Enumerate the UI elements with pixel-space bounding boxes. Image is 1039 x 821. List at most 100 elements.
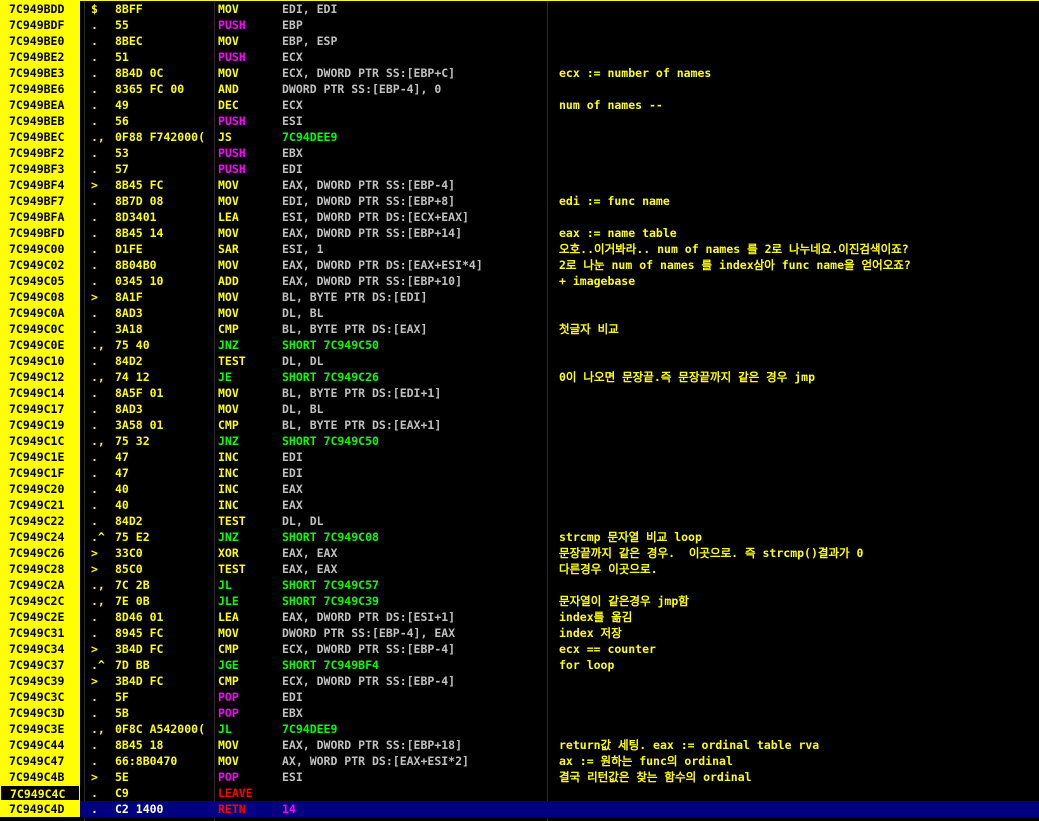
disasm-row[interactable]: 7C949C14. 8A5F 01 MOV BL, BYTE PTR DS:[EDI+… — [0, 385, 1039, 401]
disasm-row[interactable]: 7C949BEC., 0F88 F742000(JS 7C94DEE9 — [0, 129, 1039, 145]
comment-cell: strcmp 문자열 비교 loop — [559, 530, 702, 544]
disasm-row[interactable]: 7C949BF4 >8B45 FC MOV EAX, DWORD PTR SS:[EB… — [0, 177, 1039, 193]
disasm-row[interactable]: 7C949C1E. 47 INC EDI — [0, 449, 1039, 465]
hex-dump-cell: 40 — [115, 482, 129, 496]
mnemonic-cell: JE — [218, 370, 232, 384]
flow-marker: . — [91, 258, 98, 272]
hex-dump-cell: 85C0 — [115, 562, 143, 576]
mnemonic-cell: MOV — [218, 66, 239, 80]
disasm-row[interactable]: 7C949C2E. 8D46 01 LEA EAX, DWORD PTR DS:[ES… — [0, 609, 1039, 625]
disasm-row[interactable]: 7C949C2A., 7C 2B JL SHORT 7C949C57 — [0, 577, 1039, 593]
disasm-row[interactable]: 7C949C39 >3B4D FC CMP ECX, DWORD PTR SS:[EB… — [0, 673, 1039, 689]
address-cell: 7C949C1C — [0, 433, 80, 449]
flow-marker: > — [91, 674, 98, 688]
disasm-row[interactable]: 7C949C00. D1FE SAR ESI, 1 오호..이거봐라.. num of … — [0, 241, 1039, 257]
address-cell: 7C949C1E — [0, 449, 80, 465]
disasm-row[interactable]: 7C949BE6. 8365 FC 00 AND DWORD PTR SS:[EBP-… — [0, 81, 1039, 97]
disasm-row[interactable]: 7C949C19. 3A58 01 CMP BL, BYTE PTR DS:[EAX+… — [0, 417, 1039, 433]
mnemonic-cell: MOV — [218, 290, 239, 304]
operands-cell: ESI — [282, 114, 303, 128]
operands-cell: EBX — [282, 146, 303, 160]
mnemonic-cell: MOV — [218, 2, 239, 16]
operands-cell: EDI — [282, 162, 303, 176]
disasm-row[interactable]: 7C949C12., 74 12 JE SHORT 7C949C26 0이 나오면 문장… — [0, 369, 1039, 385]
comment-cell: edi := func name — [559, 194, 670, 208]
disasm-row[interactable]: 7C949C34 >3B4D FC CMP ECX, DWORD PTR SS:[EB… — [0, 641, 1039, 657]
disasm-row[interactable]: 7C949C0E., 75 40 JNZ SHORT 7C949C50 — [0, 337, 1039, 353]
comment-cell: eax := name table — [559, 226, 677, 240]
disasm-row[interactable]: 7C949C17. 8AD3 MOV DL, BL — [0, 401, 1039, 417]
disasm-row[interactable]: 7C949BFA. 8D3401 LEA ESI, DWORD PTR DS:[ECX… — [0, 209, 1039, 225]
operands-cell: DL, BL — [282, 306, 324, 320]
hex-dump-cell: 8B04B0 — [115, 258, 157, 272]
flow-marker: . — [91, 626, 98, 640]
address-cell: 7C949C05 — [0, 273, 80, 289]
disasm-row[interactable]: 7C949C22. 84D2 TEST DL, DL — [0, 513, 1039, 529]
hex-dump-cell: 8B45 FC — [115, 178, 164, 192]
disasm-row[interactable]: 7C949C05. 0345 10 ADD EAX, DWORD PTR SS:[EB… — [0, 273, 1039, 289]
disasm-row[interactable]: 7C949C3D. 5B POP EBX — [0, 705, 1039, 721]
disasm-row[interactable]: 7C949C08 >8A1F MOV BL, BYTE PTR DS:[EDI] — [0, 289, 1039, 305]
flow-marker: . — [91, 242, 98, 256]
flow-marker: . — [91, 498, 98, 512]
disasm-row[interactable]: 7C949C3C. 5F POP EDI — [0, 689, 1039, 705]
disasm-row[interactable]: 7C949BFD. 8B45 14 MOV EAX, DWORD PTR SS:[EB… — [0, 225, 1039, 241]
hex-dump-cell: 66:8B0470 — [115, 754, 178, 768]
operands-cell: SHORT 7C949C57 — [282, 578, 379, 592]
disasm-row[interactable]: 7C949C4B >5E POP ESI 결국 리턴값은 찾는 함수의 ordinal — [0, 769, 1039, 785]
disasm-row[interactable]: 7C949BF2. 53 PUSH EBX — [0, 145, 1039, 161]
disasm-row[interactable]: 7C949C20. 40 INC EAX — [0, 481, 1039, 497]
flow-marker: . — [91, 66, 98, 80]
hex-dump-cell: 0345 10 — [115, 274, 164, 288]
comment-cell — [559, 305, 1039, 321]
flow-marker: ., — [91, 338, 105, 352]
address-cell: 7C949C10 — [0, 353, 80, 369]
hex-dump-cell: 8B4D 0C — [115, 66, 164, 80]
operands-cell: 7C94DEE9 — [282, 130, 338, 144]
comment-cell: for loop — [559, 658, 615, 672]
comment-cell — [559, 33, 1039, 49]
address-cell: 7C949BEB — [0, 113, 80, 129]
hex-dump-cell: 8BEC — [115, 34, 143, 48]
disasm-row[interactable]: 7C949C3E., 0F8C A542000(JL 7C94DEE9 — [0, 721, 1039, 737]
disasm-row[interactable]: 7C949C02. 8B04B0 MOV EAX, DWORD PTR DS:[EAX… — [0, 257, 1039, 273]
hex-dump-cell: 3A58 01 — [115, 418, 164, 432]
disasm-row[interactable]: 7C949C1F. 47 INC EDI — [0, 465, 1039, 481]
disasm-row[interactable]: 7C949C4D. C2 1400 RETN 14 — [0, 801, 1039, 817]
disasm-row[interactable]: 7C949C37 .^ 7D BB JGE SHORT 7C949BF4 for loop — [0, 657, 1039, 673]
disasm-row[interactable]: 7C949C31. 8945 FC MOV DWORD PTR SS:[EBP-4],… — [0, 625, 1039, 641]
disasm-row[interactable]: 7C949C4C. C9 LEAVE — [0, 785, 1039, 801]
disasm-row[interactable]: 7C949BF3. 57 PUSH EDI — [0, 161, 1039, 177]
disasm-row[interactable]: 7C949C24 .^ 75 E2 JNZ SHORT 7C949C08 strcmp 문… — [0, 529, 1039, 545]
disassembly-pane[interactable]: 7C949BDD $8BFF MOV EDI, EDI 7C949BDF. 55 PUSH E… — [0, 0, 1039, 821]
disasm-row[interactable]: 7C949BE2. 51 PUSH ECX — [0, 49, 1039, 65]
disasm-row[interactable]: 7C949BE0. 8BEC MOV EBP, ESP — [0, 33, 1039, 49]
flow-marker: ., — [91, 578, 105, 592]
operands-cell: EDI, EDI — [282, 2, 338, 16]
disasm-row[interactable]: 7C949C10. 84D2 TEST DL, DL — [0, 353, 1039, 369]
address-cell: 7C949BE0 — [0, 33, 80, 49]
disasm-row[interactable]: 7C949BDD $8BFF MOV EDI, EDI — [0, 1, 1039, 17]
mnemonic-cell: INC — [218, 498, 239, 512]
disasm-row[interactable]: 7C949C28 >85C0 TEST EAX, EAX 다른경우 이곳으로. — [0, 561, 1039, 577]
address-cell: 7C949C0C — [0, 321, 80, 337]
disasm-row[interactable]: 7C949C0A. 8AD3 MOV DL, BL — [0, 305, 1039, 321]
disasm-row[interactable]: 7C949C47. 66:8B0470 MOV AX, WORD PTR DS:[EA… — [0, 753, 1039, 769]
disasm-row[interactable]: 7C949BDF. 55 PUSH EBP — [0, 17, 1039, 33]
comment-cell — [559, 721, 1039, 737]
flow-marker: . — [91, 194, 98, 208]
disasm-row[interactable]: 7C949C26 >33C0 XOR EAX, EAX 문장끝까지 같은 경우. 이곳으… — [0, 545, 1039, 561]
operands-cell: ECX — [282, 50, 303, 64]
disasm-row[interactable]: 7C949C2C., 7E 0B JLE SHORT 7C949C39 문자열이 같은경… — [0, 593, 1039, 609]
disasm-row[interactable]: 7C949BF7. 8B7D 08 MOV EDI, DWORD PTR SS:[EB… — [0, 193, 1039, 209]
disasm-row[interactable]: 7C949C21. 40 INC EAX — [0, 497, 1039, 513]
disasm-row[interactable]: 7C949BEA. 49 DEC ECX num of names -- — [0, 97, 1039, 113]
disasm-row[interactable]: 7C949C0C. 3A18 CMP BL, BYTE PTR DS:[EAX] 첫글자… — [0, 321, 1039, 337]
flow-marker: . — [91, 50, 98, 64]
disasm-row[interactable]: 7C949BE3. 8B4D 0C MOV ECX, DWORD PTR SS:[EB… — [0, 65, 1039, 81]
disasm-row[interactable]: 7C949C1C., 75 32 JNZ SHORT 7C949C50 — [0, 433, 1039, 449]
address-cell: 7C949C19 — [0, 417, 80, 433]
disasm-row[interactable]: 7C949C44. 8B45 18 MOV EAX, DWORD PTR SS:[EB… — [0, 737, 1039, 753]
disasm-row[interactable]: 7C949BEB. 56 PUSH ESI — [0, 113, 1039, 129]
comment-cell — [559, 385, 1039, 401]
